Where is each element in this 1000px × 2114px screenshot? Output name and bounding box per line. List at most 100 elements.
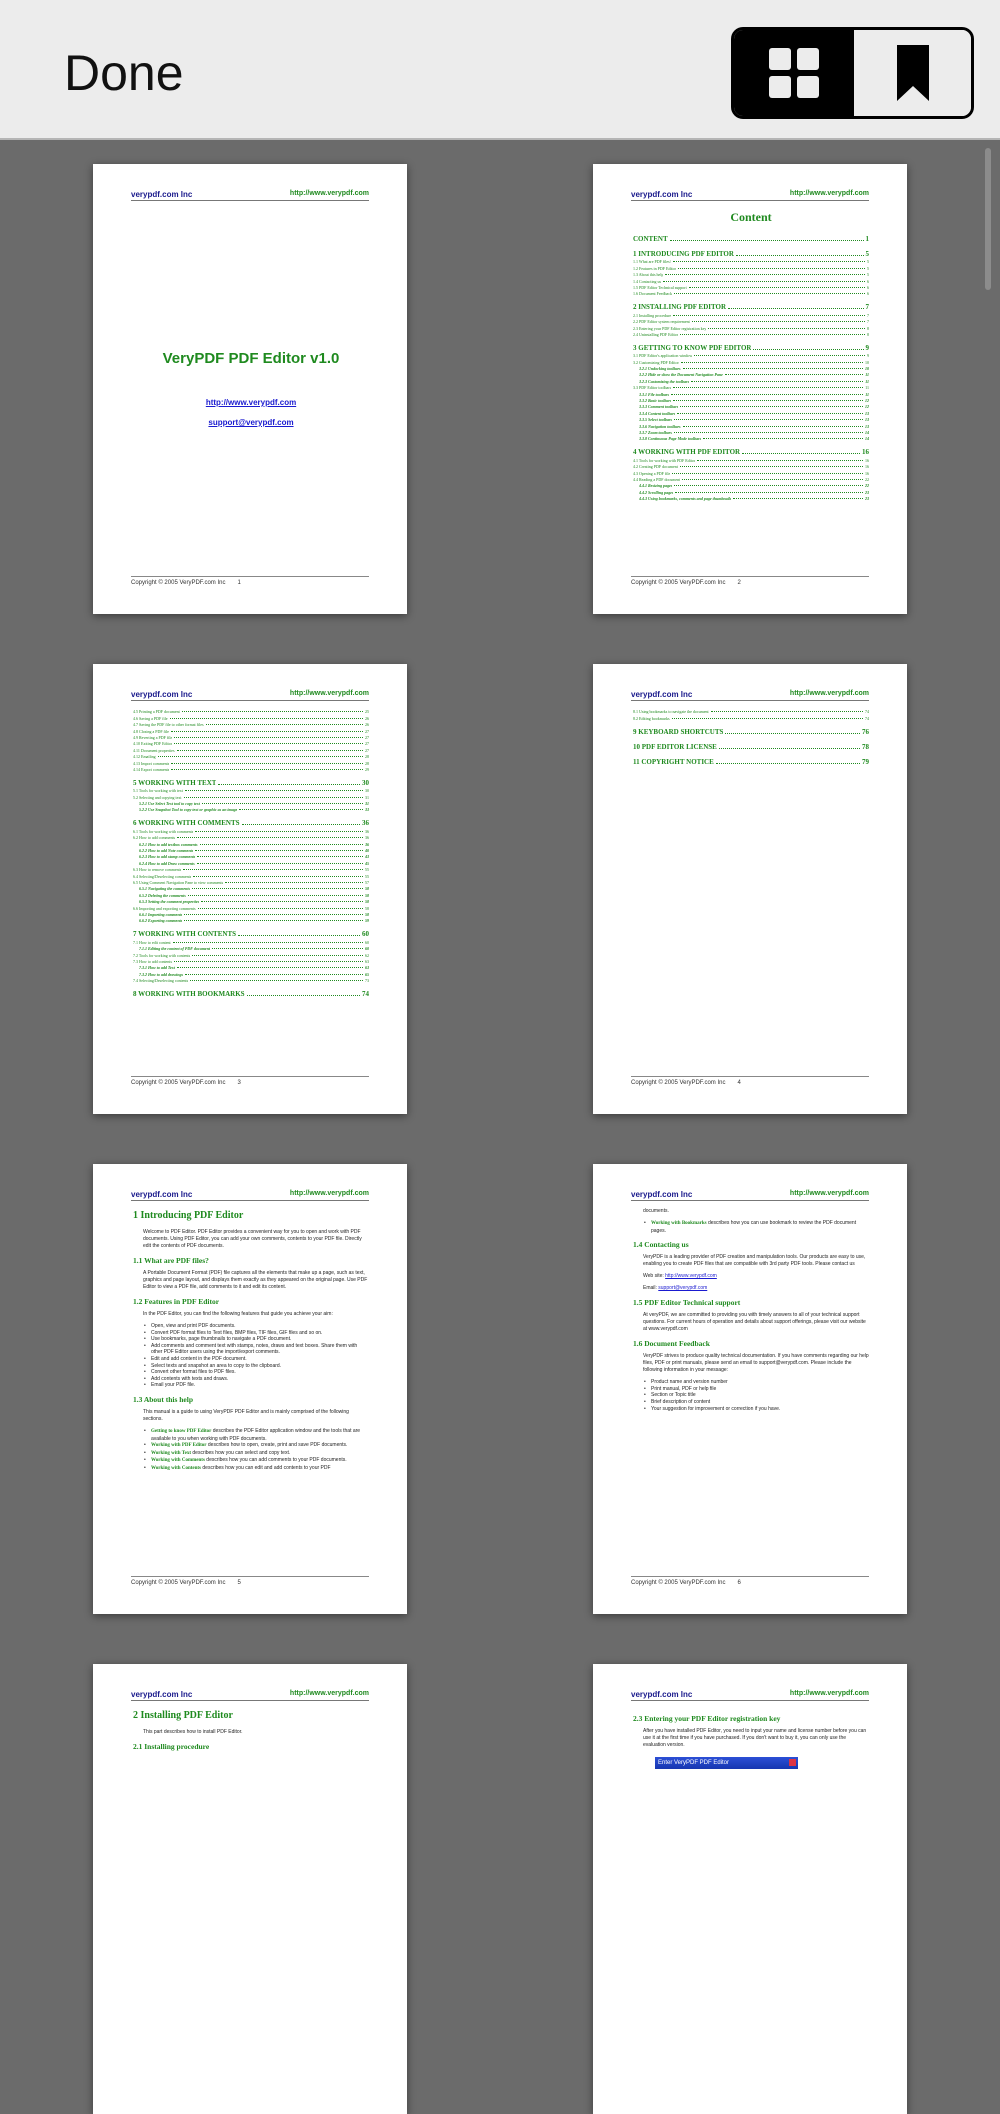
toc-leader xyxy=(735,255,864,256)
toc-leader xyxy=(680,361,863,363)
email-label: Email: xyxy=(643,1285,659,1292)
page-thumbnail[interactable]: verypdf.com Inc http://www.verypdf.com Ver… xyxy=(93,164,407,614)
done-button[interactable]: Done xyxy=(64,40,184,106)
thumbnail-grid-button[interactable] xyxy=(734,30,854,116)
toc-entry-title: 3.3.1 File toolbars xyxy=(639,391,670,397)
toc-entry-title: 3.2.2 Hide or show the Document Navigati… xyxy=(639,372,723,378)
toc-entry-page: 58 xyxy=(365,905,369,911)
toc-entry-title: 6.6.1 Importing comments xyxy=(139,911,183,917)
page-thumbnail[interactable]: verypdf.com Inc http://www.verypdf.com 1 I… xyxy=(93,1164,407,1614)
toc-entry-page: 7 xyxy=(867,319,869,325)
toc-leader xyxy=(177,837,363,839)
toc-entry-page: 5 xyxy=(867,272,869,278)
email-link: support@verypdf.com xyxy=(658,1285,708,1292)
toc-entry-title: 6 WORKING WITH COMMENTS xyxy=(133,819,240,828)
toc-leader xyxy=(691,380,864,382)
bullet-item: Working with Comments describes how you … xyxy=(143,1457,369,1465)
toc-entry-title: 2.2 PDF Editor system requirement xyxy=(633,319,690,325)
bookmarks-button[interactable] xyxy=(854,30,971,116)
toc-entry-title: 6.5 Using Comment Navigation Pane to vie… xyxy=(133,879,224,885)
page-number: 3 xyxy=(237,1080,241,1086)
page-header-url: http://www.verypdf.com xyxy=(289,1190,369,1197)
bullet-item: Convert PDF format files to Text files, … xyxy=(143,1330,369,1337)
toc-leader xyxy=(192,954,363,956)
toc-entry-page: 11 xyxy=(865,372,869,378)
section-heading: 1.6 Document Feedback xyxy=(633,1339,710,1349)
toc-leader xyxy=(195,850,363,852)
toc-entry-page: 58 xyxy=(365,911,369,917)
page-header-logo: verypdf.com Inc xyxy=(631,190,693,199)
bullet-item: Open, view and print PDF documents. xyxy=(143,1323,369,1330)
toc-leader xyxy=(239,809,363,811)
toc-leader xyxy=(673,387,864,389)
page-header: verypdf.com Inc http://www.verypdf.com xyxy=(131,190,369,201)
paragraph: At veryPDF, we are committed to providin… xyxy=(643,1312,866,1333)
page-footer: Copyright © 2005 VeryPDF.com Inc 2 xyxy=(631,576,869,586)
toc-entry-page: 36 xyxy=(365,835,369,841)
page-footer: Copyright © 2005 VeryPDF.com Inc 3 xyxy=(131,1076,369,1086)
toc-entry: 7 WORKING WITH CONTENTS 60 xyxy=(133,928,369,938)
page-thumbnail[interactable]: verypdf.com Inc http://www.verypdf.com 4.5… xyxy=(93,664,407,1114)
toc-leader xyxy=(176,967,363,969)
website-label: Web site: xyxy=(643,1273,666,1280)
toc-entry-page: 60 xyxy=(362,930,369,939)
toc-entry-page: 25 xyxy=(365,709,369,715)
section-heading: 1.4 Contacting us xyxy=(633,1240,689,1250)
toc-entry-title: 7.2 Tools for working with contents xyxy=(133,952,191,958)
toc-entry-page: 12 xyxy=(865,404,869,410)
page-header: verypdf.com Inc http://www.verypdf.com xyxy=(631,1190,869,1201)
page-header-logo: verypdf.com Inc xyxy=(631,690,693,699)
bullet-item: Section or Topic title xyxy=(643,1392,869,1399)
toc-entry-page: 11 xyxy=(865,378,869,384)
toc-entry-title: 2.1 Installing procedure xyxy=(633,312,672,318)
toc-entry-title: 4.4.2 Scrolling pages xyxy=(639,489,674,495)
section-heading: 1.5 PDF Editor Technical support xyxy=(633,1298,741,1308)
toc-entry-page: 5 xyxy=(865,250,870,258)
paragraph: A Portable Document Format (PDF) file ca… xyxy=(143,1270,368,1290)
toc-entry-title: 7.1.1 Editing the content of PDF documen… xyxy=(139,946,211,952)
toc-entry-title: 3.2.1 Undocking toolbars xyxy=(639,366,681,372)
page-header-logo: verypdf.com Inc xyxy=(631,1690,693,1699)
toc-entry-page: 16 xyxy=(865,470,869,476)
toc-entry-title: 4.8 Closing a PDF file xyxy=(133,728,169,734)
toc-leader xyxy=(728,308,864,310)
toc-entry-page: 29 xyxy=(365,766,369,772)
toc-entry-title: 5.2.2 Use Snapshot Tool to copy text or … xyxy=(139,807,238,813)
toc-entry-page: 26 xyxy=(365,722,369,728)
toc-entry-page: 5 xyxy=(867,259,869,265)
toc-leader xyxy=(183,796,363,798)
page-body: 8.1 Using bookmarks to navigate the docu… xyxy=(633,708,869,1074)
page-footer-copyright: Copyright © 2005 VeryPDF.com Inc xyxy=(131,1080,226,1086)
toc-leader xyxy=(241,824,360,826)
toc-leader xyxy=(674,485,863,487)
toc-entry-page: 27 xyxy=(365,747,369,753)
page-thumbnail[interactable]: verypdf.com Inc http://www.verypdf.com 8.1… xyxy=(593,664,907,1114)
toc-leader xyxy=(691,321,865,323)
toc-entry-title: 10 PDF EDITOR LICENSE xyxy=(633,742,717,751)
toc-leader xyxy=(674,419,863,421)
page-footer: Copyright © 2005 VeryPDF.com Inc 1 xyxy=(131,576,369,586)
paragraph: documents. xyxy=(643,1208,669,1214)
toc-entry-title: 5.2 Selecting and copying text xyxy=(133,794,182,800)
cover-email: support@verypdf.com xyxy=(208,418,294,427)
toc-entry-title: 6.2 How to add comments xyxy=(133,835,176,841)
toc-leader xyxy=(184,920,363,922)
page-thumbnail[interactable]: verypdf.com Inc http://www.verypdf.com 2.3… xyxy=(593,1664,907,2114)
toc-leader xyxy=(157,756,363,758)
toc-leader xyxy=(671,717,863,719)
scrollbar[interactable] xyxy=(985,148,991,290)
bullet-keyword: Working with Bookmarks xyxy=(651,1221,707,1226)
page-header: verypdf.com Inc http://www.verypdf.com xyxy=(631,690,869,701)
toc-leader xyxy=(197,907,363,909)
page-thumbnail[interactable]: verypdf.com Inc http://www.verypdf.com 2 I… xyxy=(93,1664,407,2114)
page-thumbnail[interactable]: verypdf.com Inc http://www.verypdf.com Con… xyxy=(593,164,907,614)
toc-entry-page: 36 xyxy=(362,819,369,828)
toc-leader xyxy=(170,730,363,732)
toc-leader xyxy=(682,425,863,427)
toc-entry-page: 16 xyxy=(865,464,869,470)
page-footer: Copyright © 2005 VeryPDF.com Inc 4 xyxy=(631,1076,869,1086)
section-heading: 1.1 What are PDF files? xyxy=(133,1256,209,1265)
page-thumbnail[interactable]: verypdf.com Inc http://www.verypdf.com doc… xyxy=(593,1164,907,1614)
toc-leader xyxy=(680,333,865,335)
bullet-keyword: Working with PDF Editor xyxy=(151,1443,207,1449)
